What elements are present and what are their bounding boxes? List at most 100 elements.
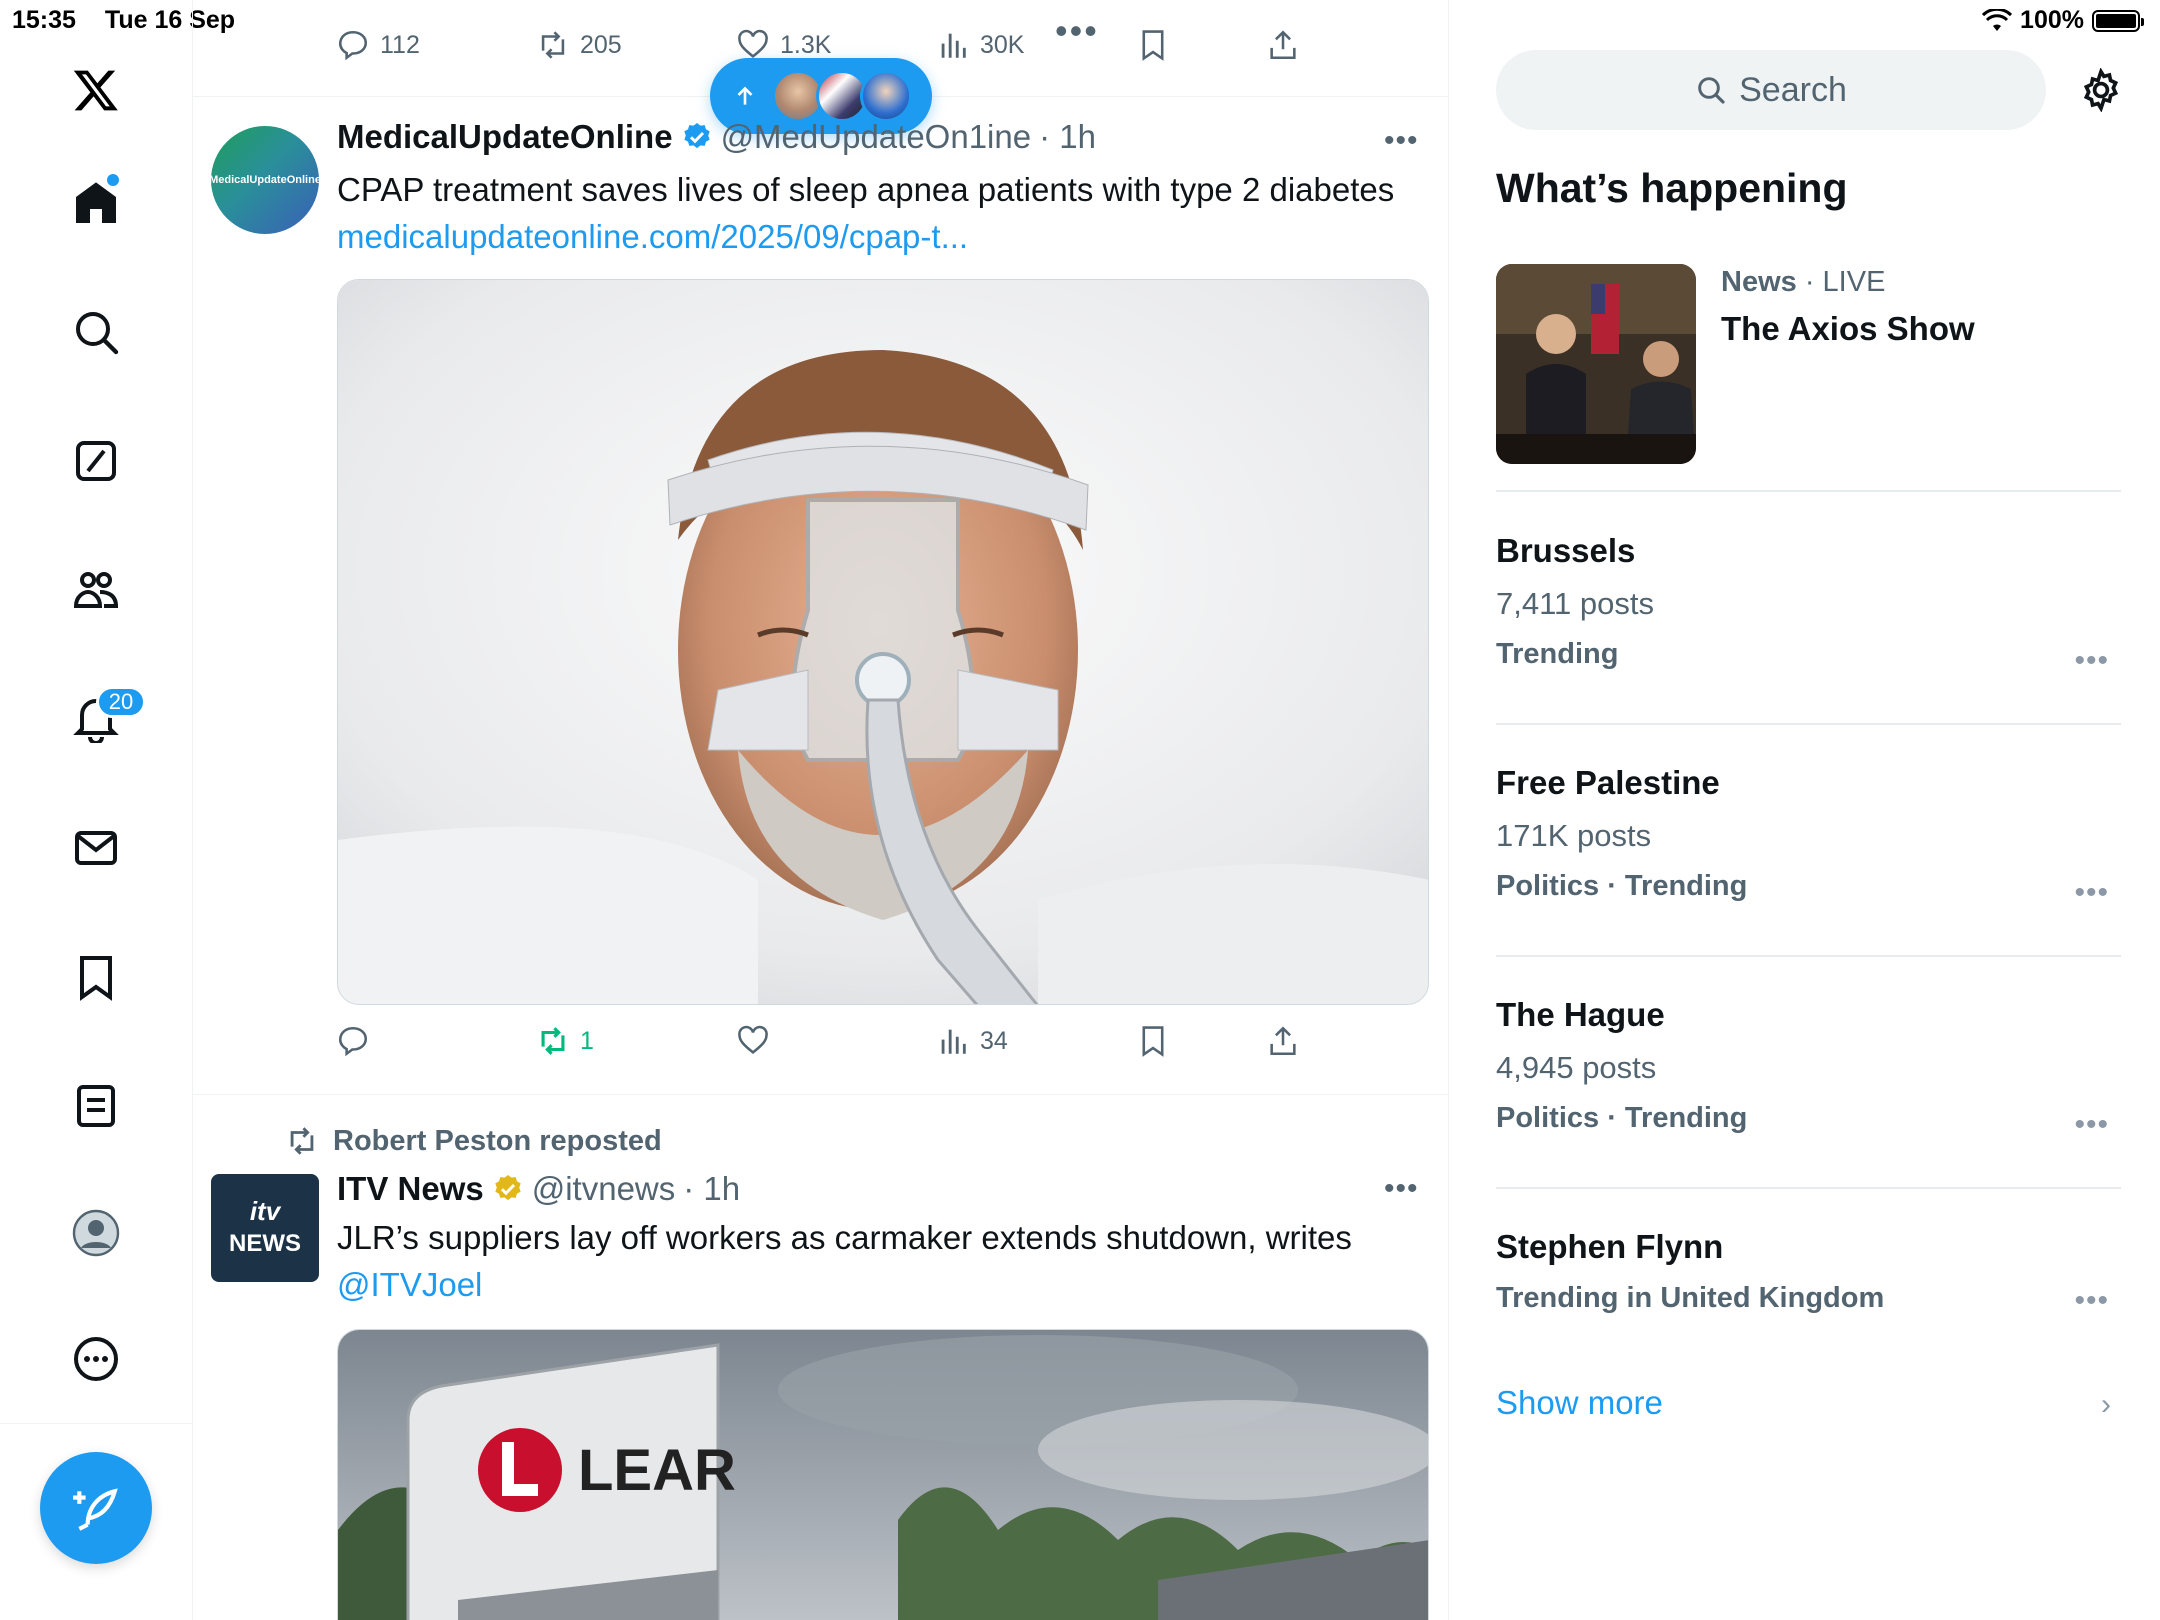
messages-envelope-icon[interactable] (66, 818, 126, 878)
trend-category: Trending (1496, 638, 1619, 670)
explore-search-icon[interactable] (66, 302, 126, 362)
trend-divider (1496, 955, 2121, 957)
settings-gear-icon[interactable] (2079, 68, 2123, 112)
trend-item[interactable]: Brussels 7,411 posts Trending ••• (1496, 532, 2121, 677)
tweet-more-options[interactable]: ••• (1384, 124, 1424, 158)
live-status: · LIVE (1804, 266, 1886, 298)
like-button[interactable] (736, 1024, 780, 1058)
search-icon (1698, 77, 1725, 104)
rail-divider (0, 1423, 193, 1424)
grok-icon[interactable] (66, 431, 126, 491)
trend-item[interactable]: The Hague 4,945 posts Politics · Trendin… (1496, 996, 2121, 1141)
trend-more-options[interactable]: ••• (2074, 644, 2109, 678)
tweet-author-handle[interactable]: @MedUpdateOn1ine (721, 118, 1032, 156)
repost-indicator[interactable]: Robert Peston reposted (285, 1124, 662, 1158)
cpap-photo (338, 280, 1428, 1004)
share-icon (1270, 30, 1296, 60)
more-options-icon[interactable] (66, 1329, 126, 1389)
like-count: 1.3K (780, 30, 832, 59)
tweet-link[interactable]: medicalupdateonline.com/2025/09/cpap-t..… (337, 218, 968, 255)
communities-icon[interactable] (66, 560, 126, 620)
tweet-body: CPAP treatment saves lives of sleep apne… (337, 166, 1427, 260)
repost-icon (290, 1127, 314, 1155)
avatar-news-logo: NEWS (229, 1230, 301, 1257)
live-title[interactable]: The Axios Show (1721, 310, 1975, 348)
repost-by-label: Robert Peston reposted (333, 1124, 662, 1157)
trend-item[interactable]: Free Palestine 171K posts Politics · Tre… (1496, 764, 2121, 909)
verified-badge-icon (683, 123, 710, 149)
repost-button[interactable]: 1 (536, 1024, 594, 1058)
views-button[interactable]: 34 (936, 1024, 1008, 1058)
arrow-up-icon (737, 86, 753, 105)
heart-icon (738, 29, 768, 58)
compose-post-button[interactable] (40, 1452, 152, 1564)
tweet-separator (193, 1094, 1448, 1095)
share-icon (1270, 1026, 1296, 1056)
reply-count: 112 (380, 30, 420, 59)
right-sidebar: Search What’s happening News · LIVE The … (1449, 0, 2160, 1620)
tweet-time: · 1h (1039, 118, 1096, 155)
search-placeholder: Search (1739, 70, 1847, 109)
compose-feather-icon (73, 1488, 118, 1531)
views-button[interactable]: 30K (936, 28, 1024, 62)
trend-category: Politics · Trending (1496, 870, 1748, 902)
repost-button[interactable]: 205 (536, 28, 622, 62)
bookmark-button[interactable] (1136, 1024, 1170, 1058)
bookmarks-icon[interactable] (66, 947, 126, 1007)
trend-more-options[interactable]: ••• (2074, 876, 2109, 910)
live-thumbnail[interactable] (1496, 264, 1696, 464)
lists-icon[interactable] (66, 1076, 126, 1136)
trend-posts: 4,945 posts (1496, 1050, 1657, 1085)
tweet-image-cpap[interactable] (337, 279, 1429, 1005)
tweet-image-lear[interactable]: LEAR (337, 1329, 1429, 1620)
live-meta: News · LIVE (1721, 266, 1885, 299)
profile-avatar-icon[interactable] (66, 1203, 126, 1263)
avatar-logo-text: MedicalUpdateOnline (211, 174, 319, 186)
avatar-itvnews[interactable]: itv NEWS (211, 1174, 319, 1282)
trend-name: The Hague (1496, 996, 1665, 1033)
views-count: 34 (980, 1026, 1008, 1055)
whats-happening-title: What’s happening (1496, 165, 1848, 211)
avatar-itv-logo: itv (249, 1196, 281, 1226)
trend-item[interactable]: Stephen Flynn Trending in United Kingdom… (1496, 1228, 2121, 1318)
reply-button[interactable] (336, 1024, 380, 1058)
tweet-author-name[interactable]: MedicalUpdateOnline (337, 118, 673, 156)
analytics-icon (941, 33, 966, 58)
tweet-more-options[interactable]: ••• (1384, 1172, 1424, 1206)
avatar-medicalupdate[interactable]: MedicalUpdateOnline (211, 126, 319, 234)
reply-button[interactable]: 112 (336, 28, 420, 62)
x-logo-icon[interactable] (66, 60, 126, 120)
trend-name: Free Palestine (1496, 764, 1720, 801)
like-button[interactable]: 1.3K (736, 28, 831, 62)
trend-more-options[interactable]: ••• (2074, 1284, 2109, 1318)
bookmark-icon (1142, 1026, 1164, 1057)
search-input[interactable]: Search (1496, 50, 2046, 130)
share-button[interactable] (1266, 28, 1300, 62)
trend-name: Brussels (1496, 532, 1636, 569)
analytics-icon (941, 1029, 966, 1054)
tweet-text: JLR’s suppliers lay off workers as carma… (337, 1219, 1352, 1256)
share-button[interactable] (1266, 1024, 1300, 1058)
views-count: 30K (980, 30, 1025, 59)
trend-more-options[interactable]: ••• (2074, 1108, 2109, 1142)
trend-name: Stephen Flynn (1496, 1228, 1724, 1265)
tweet-author-name[interactable]: ITV News (337, 1170, 484, 1208)
trend-divider (1496, 723, 2121, 725)
tweet-author-handle[interactable]: @itvnews (532, 1170, 676, 1208)
trend-posts: 7,411 posts (1496, 586, 1654, 621)
home-unread-dot (107, 174, 119, 186)
trend-divider (1496, 1187, 2121, 1189)
notifications-badge: 20 (96, 686, 146, 718)
show-more-link[interactable]: Show more (1496, 1384, 1663, 1422)
new-post-avatar (860, 70, 912, 122)
bookmark-icon (1142, 30, 1164, 61)
chevron-right-icon: › (2101, 1388, 2111, 1421)
repost-count: 1 (580, 1026, 594, 1055)
top-more-dots[interactable]: ••• (1055, 10, 1099, 52)
left-nav-rail: 20 (0, 0, 193, 1620)
lear-sign-photo: LEAR (338, 1330, 1428, 1620)
tweet-body: JLR’s suppliers lay off workers as carma… (337, 1214, 1427, 1308)
trend-category: Trending in United Kingdom (1496, 1282, 1885, 1314)
tweet-mention[interactable]: @ITVJoel (337, 1266, 482, 1303)
bookmark-button[interactable] (1136, 28, 1170, 62)
